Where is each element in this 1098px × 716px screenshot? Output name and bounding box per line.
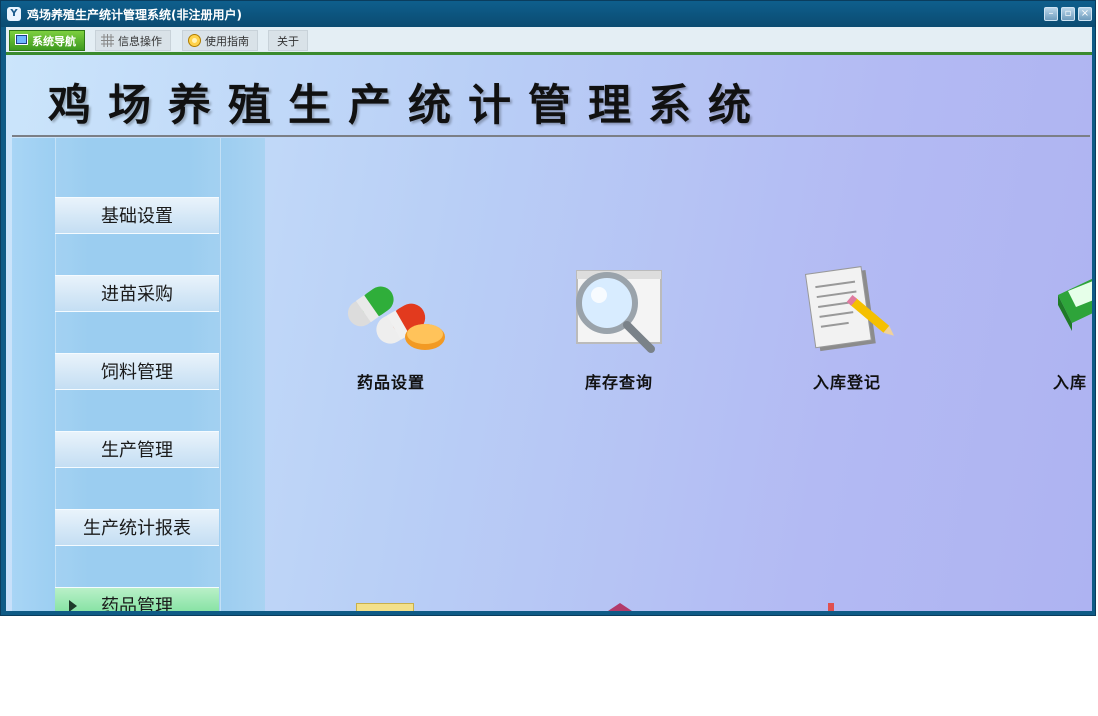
- banner-title: 鸡场养殖生产统计管理系统: [48, 81, 768, 131]
- books-icon: [1058, 278, 1092, 331]
- app-window: Y 鸡场养殖生产统计管理系统(非注册用户) – ▫ × 系统导航 信息操作 使用…: [0, 0, 1096, 616]
- tab-user-guide[interactable]: 使用指南: [182, 30, 258, 51]
- sidebar-item-feed-management[interactable]: 饲料管理: [55, 353, 219, 390]
- func-stock-in-register[interactable]: 入库登记: [782, 265, 912, 393]
- sidebar-item-label: 生产统计报表: [83, 518, 191, 539]
- app-icon: Y: [7, 7, 21, 21]
- func-drug-settings[interactable]: 药品设置: [326, 265, 456, 393]
- tab-label: 关于: [277, 35, 299, 48]
- active-arrow-icon: [69, 600, 77, 611]
- func-stock-in[interactable]: 入库: [1013, 265, 1092, 393]
- func-label: 库存查询: [584, 373, 653, 392]
- tab-about[interactable]: 关于: [268, 30, 308, 51]
- sidebar-item-production-management[interactable]: 生产管理: [55, 431, 219, 468]
- sidebar-item-production-report[interactable]: 生产统计报表: [55, 509, 219, 546]
- sidebar-item-drug-management[interactable]: 药品管理: [55, 587, 219, 611]
- tab-label: 系统导航: [32, 35, 76, 48]
- notepad-pencil-icon: [804, 266, 895, 352]
- sidebar-item-label: 饲料管理: [101, 362, 173, 383]
- grid-icon: [101, 34, 114, 47]
- tab-system-navigation[interactable]: 系统导航: [9, 30, 85, 51]
- minimize-button[interactable]: –: [1044, 7, 1058, 21]
- sidebar-item-chick-purchase[interactable]: 进苗采购: [55, 275, 219, 312]
- window-title: 鸡场养殖生产统计管理系统(非注册用户): [27, 8, 242, 22]
- title-bar[interactable]: Y 鸡场养殖生产统计管理系统(非注册用户) – ▫ ×: [1, 1, 1095, 27]
- sidebar-item-label: 进苗采购: [101, 284, 173, 305]
- sidebar-item-label: 基础设置: [101, 206, 173, 227]
- banner-divider: [12, 135, 1090, 137]
- sidebar-item-label: 药品管理: [101, 596, 173, 611]
- func-stock-query[interactable]: 库存查询: [554, 265, 684, 393]
- func-label: 入库: [1053, 373, 1088, 392]
- close-button[interactable]: ×: [1078, 7, 1092, 21]
- folder-icon: [356, 603, 414, 611]
- main-content: 鸡场养殖生产统计管理系统 基础设置 进苗采购 饲料管理 生产管理 生产统计报表 …: [6, 55, 1092, 611]
- restore-button[interactable]: ▫: [1061, 7, 1075, 21]
- tab-label: 使用指南: [205, 35, 249, 48]
- menu-bar: 系统导航 信息操作 使用指南 关于: [6, 27, 1092, 55]
- func-label: 入库登记: [812, 373, 881, 392]
- sidebar-item-basic-settings[interactable]: 基础设置: [55, 197, 219, 234]
- pills-icon: [347, 286, 445, 350]
- tab-info-operation[interactable]: 信息操作: [95, 30, 171, 51]
- chart-icon: [828, 603, 834, 611]
- sidebar: 基础设置 进苗采购 饲料管理 生产管理 生产统计报表 药品管理: [12, 138, 265, 611]
- help-icon: [188, 34, 201, 47]
- monitor-icon: [15, 34, 28, 45]
- house-icon: [608, 603, 632, 611]
- sidebar-item-label: 生产管理: [101, 440, 173, 461]
- tab-label: 信息操作: [118, 35, 162, 48]
- magnifier-icon: [576, 270, 662, 353]
- func-label: 药品设置: [356, 373, 425, 392]
